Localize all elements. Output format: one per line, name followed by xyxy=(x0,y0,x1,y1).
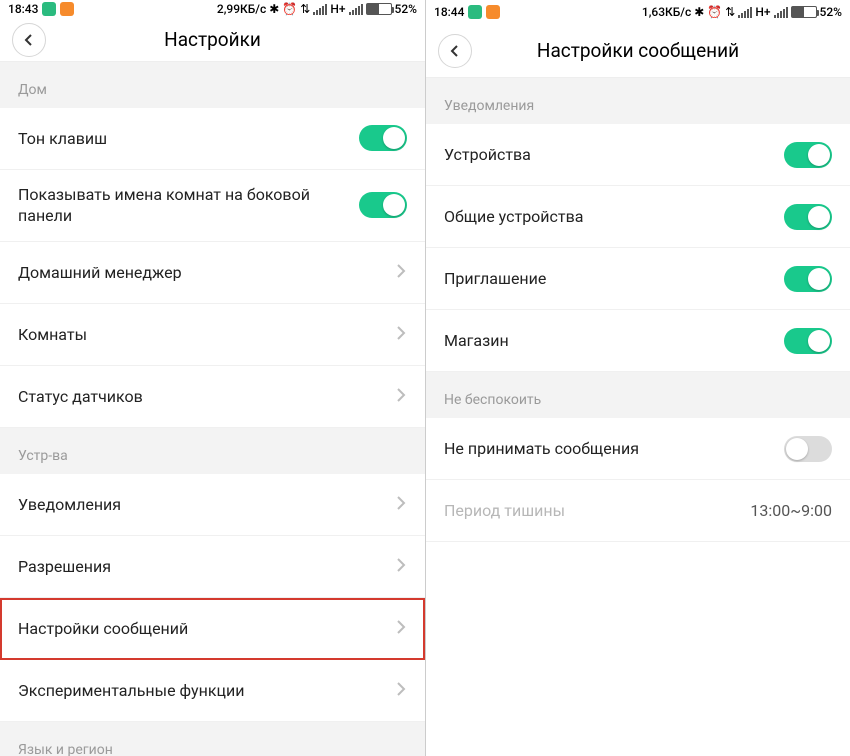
phone-left: 18:43 2,99КБ/с ✱ ⏰ ⇅ Н+ 52% Настройки До… xyxy=(0,0,425,756)
app-icon xyxy=(468,5,482,19)
bluetooth-icon: ✱ xyxy=(694,6,704,18)
toggle-devices[interactable] xyxy=(784,142,832,168)
status-net-speed: 2,99КБ/с xyxy=(217,2,266,16)
status-time: 18:44 xyxy=(434,5,464,19)
status-battery: 52% xyxy=(395,2,417,16)
header: Настройки xyxy=(0,19,425,62)
row-label: Магазин xyxy=(444,330,784,352)
row-quiet-period[interactable]: Период тишины 13:00~9:00 xyxy=(426,480,850,542)
row-devices[interactable]: Устройства xyxy=(426,124,850,186)
section-header-dnd: Не беспокоить xyxy=(426,372,850,418)
back-button[interactable] xyxy=(12,23,46,57)
row-label: Домашний менеджер xyxy=(18,262,395,284)
status-bar: 18:44 1,63КБ/с ✱ ⏰ ⇅ Н+ 52% xyxy=(426,0,850,24)
row-notifications[interactable]: Уведомления xyxy=(0,474,425,536)
row-experimental[interactable]: Экспериментальные функции xyxy=(0,660,425,722)
row-no-messages[interactable]: Не принимать сообщения xyxy=(426,418,850,480)
status-hplus: Н+ xyxy=(755,5,770,19)
row-value: 13:00~9:00 xyxy=(750,501,832,520)
status-battery: 52% xyxy=(820,5,842,19)
status-net-speed: 1,63КБ/с xyxy=(642,5,691,19)
row-label: Тон клавиш xyxy=(18,128,359,150)
data-icon: ⇅ xyxy=(725,6,735,18)
row-label: Комнаты xyxy=(18,324,395,346)
status-time: 18:43 xyxy=(8,2,38,16)
alarm-icon: ⏰ xyxy=(707,6,722,18)
page-title: Настройки сообщений xyxy=(472,39,804,62)
section-header-lang: Язык и регион xyxy=(0,722,425,756)
toggle-roomnames[interactable] xyxy=(359,192,407,218)
chevron-right-icon xyxy=(395,387,407,406)
signal-icon xyxy=(774,7,788,18)
toggle-store[interactable] xyxy=(784,328,832,354)
chevron-left-icon xyxy=(23,34,35,46)
status-hplus: Н+ xyxy=(330,2,345,16)
row-label: Не принимать сообщения xyxy=(444,438,784,460)
chevron-right-icon xyxy=(395,557,407,576)
chevron-left-icon xyxy=(449,45,461,57)
row-label: Настройки сообщений xyxy=(18,618,395,640)
data-icon: ⇅ xyxy=(300,3,310,15)
back-button[interactable] xyxy=(438,34,472,68)
row-shared-devices[interactable]: Общие устройства xyxy=(426,186,850,248)
row-permissions[interactable]: Разрешения xyxy=(0,536,425,598)
row-keytone[interactable]: Тон клавиш xyxy=(0,108,425,170)
row-label: Уведомления xyxy=(18,494,395,516)
row-invite[interactable]: Приглашение xyxy=(426,248,850,310)
app-icon xyxy=(42,2,56,16)
row-message-settings[interactable]: Настройки сообщений xyxy=(0,598,425,660)
row-sensor-status[interactable]: Статус датчиков xyxy=(0,366,425,428)
bluetooth-icon: ✱ xyxy=(269,3,279,15)
row-rooms[interactable]: Комнаты xyxy=(0,304,425,366)
header: Настройки сообщений xyxy=(426,24,850,78)
row-home-manager[interactable]: Домашний менеджер xyxy=(0,242,425,304)
chevron-right-icon xyxy=(395,495,407,514)
chevron-right-icon xyxy=(395,263,407,282)
battery-icon xyxy=(791,6,817,18)
page-title: Настройки xyxy=(46,28,379,51)
chevron-right-icon xyxy=(395,325,407,344)
app-icon xyxy=(486,5,500,19)
signal-icon xyxy=(349,4,363,15)
toggle-shared-devices[interactable] xyxy=(784,204,832,230)
toggle-invite[interactable] xyxy=(784,266,832,292)
toggle-keytone[interactable] xyxy=(359,125,407,151)
signal-icon xyxy=(313,4,327,15)
row-label: Устройства xyxy=(444,144,784,166)
row-label: Показывать имена комнат на боковой панел… xyxy=(18,184,359,227)
chevron-right-icon xyxy=(395,681,407,700)
row-store[interactable]: Магазин xyxy=(426,310,850,372)
section-header-devices: Устр-ва xyxy=(0,428,425,474)
row-label: Статус датчиков xyxy=(18,386,395,408)
app-icon xyxy=(60,2,74,16)
row-label: Общие устройства xyxy=(444,206,784,228)
alarm-icon: ⏰ xyxy=(282,3,297,15)
row-label: Период тишины xyxy=(444,500,750,522)
row-label: Приглашение xyxy=(444,268,784,290)
status-bar: 18:43 2,99КБ/с ✱ ⏰ ⇅ Н+ 52% xyxy=(0,0,425,19)
section-header-home: Дом xyxy=(0,62,425,108)
row-label: Разрешения xyxy=(18,556,395,578)
section-header-notifications: Уведомления xyxy=(426,78,850,124)
signal-icon xyxy=(738,7,752,18)
row-label: Экспериментальные функции xyxy=(18,680,395,702)
row-roomnames[interactable]: Показывать имена комнат на боковой панел… xyxy=(0,170,425,242)
phone-right: 18:44 1,63КБ/с ✱ ⏰ ⇅ Н+ 52% Настройки со… xyxy=(425,0,850,756)
toggle-no-messages[interactable] xyxy=(784,436,832,462)
chevron-right-icon xyxy=(395,619,407,638)
battery-icon xyxy=(366,3,392,15)
